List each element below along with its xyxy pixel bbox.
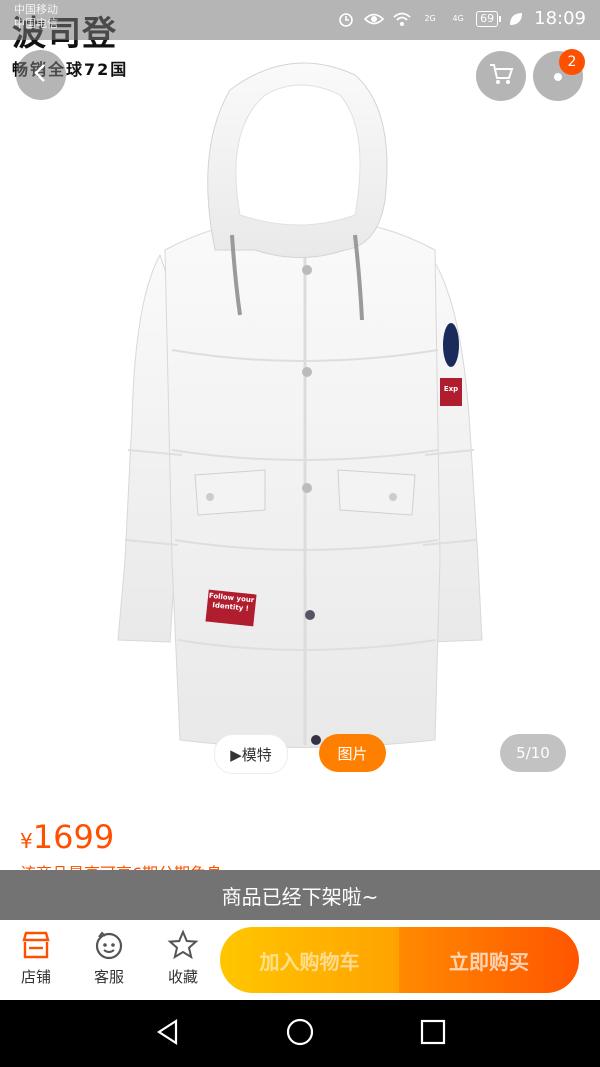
battery-indicator: 69	[476, 10, 502, 27]
product-image-gallery[interactable]: 波司登 畅销全球72国	[0, 0, 600, 800]
more-menu-button[interactable]: 2	[533, 49, 585, 101]
nav-recents-button[interactable]	[417, 1018, 449, 1050]
power-saving-leaf-icon	[506, 10, 526, 28]
price-value: 1699	[32, 818, 115, 856]
signal-4g-icon: 4G	[448, 10, 468, 28]
photo-tab[interactable]: 图片	[319, 734, 386, 772]
notification-badge: 2	[559, 49, 585, 75]
buy-now-button[interactable]: 立即购买	[399, 927, 579, 993]
store-button[interactable]: 店铺	[1, 928, 71, 994]
clock: 18:09	[534, 8, 586, 29]
price: ¥1699	[20, 818, 114, 856]
circle-home-icon	[285, 1017, 315, 1051]
product-offline-banner: 商品已经下架啦~	[0, 870, 600, 920]
shopping-cart-icon	[488, 62, 514, 90]
carrier-info: 中国移动 中国电信	[14, 3, 58, 31]
nav-back-button[interactable]	[152, 1018, 184, 1050]
add-to-cart-button[interactable]: 加入购物车	[220, 927, 399, 993]
signal-4g-label: 4G	[452, 14, 464, 23]
star-icon	[166, 928, 200, 962]
customer-service-label: 客服	[93, 968, 124, 986]
eye-comfort-icon	[364, 10, 385, 28]
nav-home-button[interactable]	[284, 1018, 316, 1050]
system-navigation-bar	[0, 1000, 600, 1067]
triangle-back-icon	[154, 1018, 182, 1050]
status-bar: 中国移动 中国电信 2G 4G 69 18:09	[0, 0, 600, 40]
square-recents-icon	[420, 1019, 446, 1049]
favorite-button[interactable]: 收藏	[148, 928, 218, 994]
customer-service-button[interactable]: 客服	[74, 928, 144, 994]
store-icon	[19, 928, 53, 962]
wifi-icon	[392, 10, 412, 28]
customer-service-icon	[92, 928, 126, 962]
carrier-secondary: 中国电信	[14, 17, 58, 30]
bottom-action-bar: 店铺 客服 收藏 加入购物车 立即购买	[0, 920, 600, 1000]
image-page-indicator: 5/10	[500, 734, 566, 772]
video-tab[interactable]: ▶模特	[214, 734, 288, 774]
jacket-illustration	[117, 62, 483, 748]
carrier-primary: 中国移动	[14, 3, 58, 16]
status-indicators: 2G 4G 69 18:09	[336, 8, 586, 29]
alarm-icon	[336, 10, 356, 28]
cart-button[interactable]	[476, 51, 526, 101]
sleeve-badge-text: Exp	[443, 385, 459, 393]
chevron-left-icon	[30, 62, 52, 88]
back-button[interactable]	[16, 50, 66, 100]
currency-symbol: ¥	[20, 829, 33, 853]
signal-2g-label: 2G	[424, 14, 436, 23]
signal-2g-icon: 2G	[420, 10, 440, 28]
store-label: 店铺	[20, 968, 51, 986]
favorite-label: 收藏	[167, 968, 198, 986]
